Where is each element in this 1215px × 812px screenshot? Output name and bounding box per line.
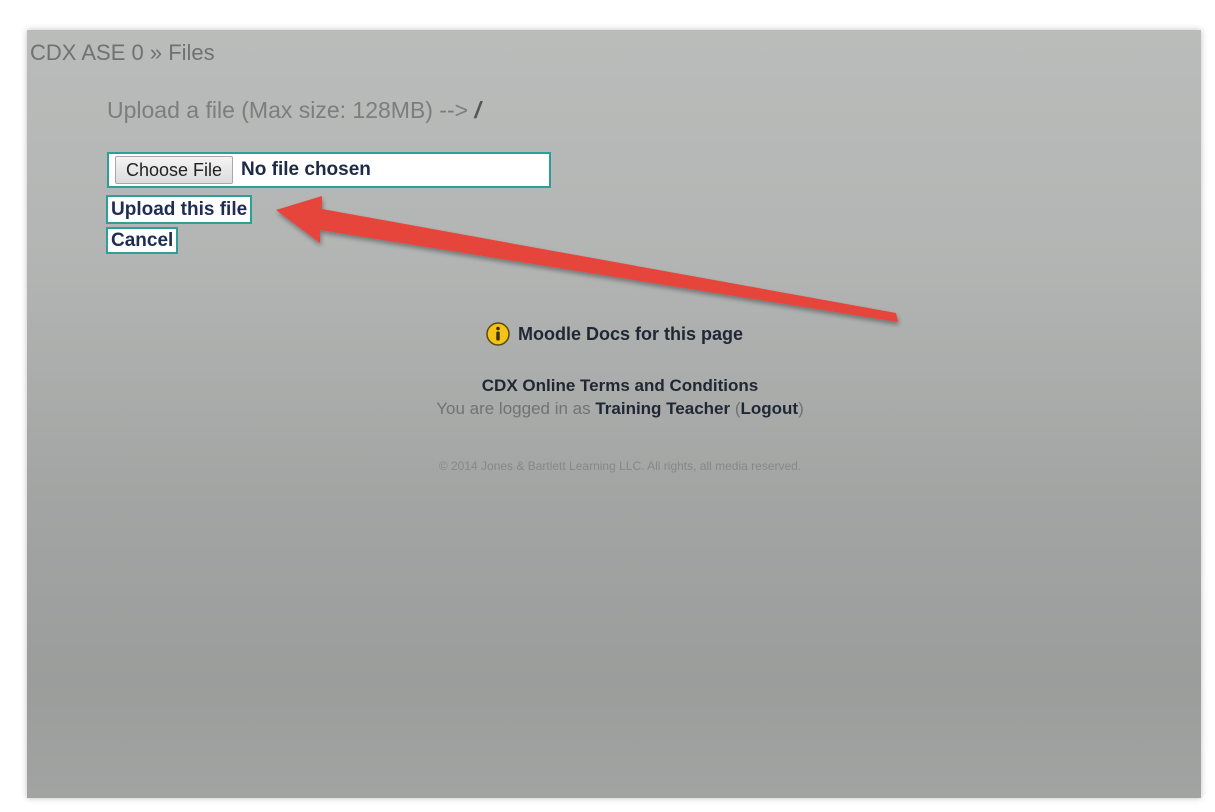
screenshot-frame: CDX ASE 0 » Files Upload a file (Max siz… xyxy=(0,0,1215,812)
breadcrumb: CDX ASE 0 » Files xyxy=(30,40,215,66)
docs-row: Moodle Docs for this page xyxy=(486,322,743,346)
file-input[interactable]: Choose File No file chosen xyxy=(107,152,551,188)
terms-link[interactable]: CDX Online Terms and Conditions xyxy=(0,376,1215,396)
choose-file-button[interactable]: Choose File xyxy=(115,156,234,184)
login-prefix: You are logged in as xyxy=(436,399,596,418)
logout-link[interactable]: Logout xyxy=(741,399,799,418)
logout-close-paren: ) xyxy=(798,399,804,418)
cancel-button[interactable]: Cancel xyxy=(106,227,179,254)
breadcrumb-current: Files xyxy=(168,40,215,65)
login-info: You are logged in as Training Teacher (L… xyxy=(0,399,1215,419)
upload-file-button[interactable]: Upload this file xyxy=(106,195,253,224)
breadcrumb-separator: » xyxy=(143,40,169,65)
no-file-label: No file chosen xyxy=(241,159,371,180)
upload-path: / xyxy=(474,97,481,123)
moodle-docs-link[interactable]: Moodle Docs for this page xyxy=(518,324,743,345)
upload-heading-text: Upload a file (Max size: 128MB) --> xyxy=(107,97,475,123)
info-icon xyxy=(486,322,510,346)
upload-heading: Upload a file (Max size: 128MB) --> / xyxy=(107,97,481,124)
user-name-link[interactable]: Training Teacher xyxy=(595,399,730,418)
logout-open-paren: ( xyxy=(730,399,741,418)
copyright-text: © 2014 Jones & Bartlett Learning LLC. Al… xyxy=(438,459,802,473)
breadcrumb-course[interactable]: CDX ASE 0 xyxy=(30,40,144,65)
